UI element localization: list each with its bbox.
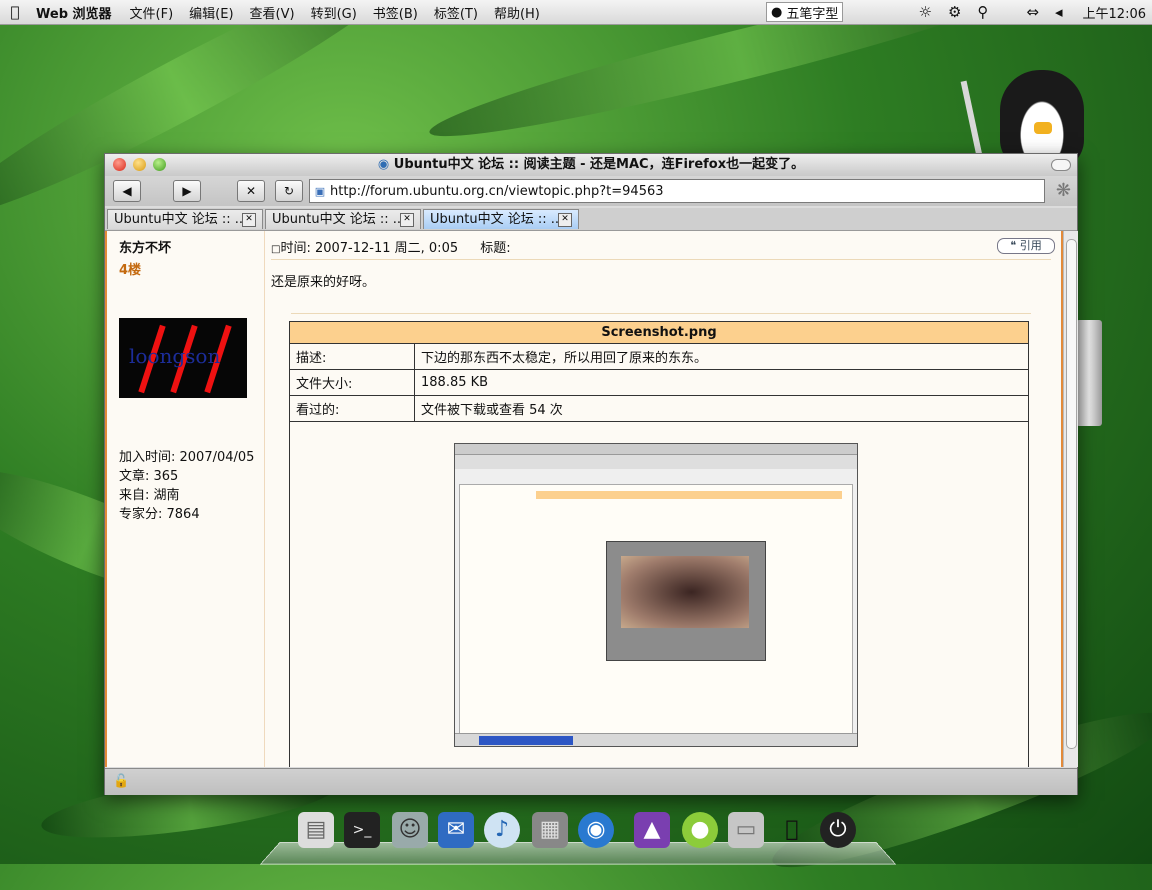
table-row: 描述: 下边的那东西不太稳定，所以用回了原来的东东。 (289, 343, 1029, 370)
photo-icon[interactable]: ▲ (634, 812, 670, 848)
menu-tabs[interactable]: 标签(T) (434, 3, 478, 22)
search-icon[interactable]: ⚲ (977, 3, 988, 21)
forward-button[interactable]: ▶ (173, 180, 201, 202)
browser-window: ◉ Ubuntu中文 论坛 :: 阅读主题 - 还是MAC，连Firefox也一… (104, 153, 1078, 795)
back-button[interactable]: ◀ (113, 180, 141, 202)
author-name[interactable]: 东方不坏 (119, 237, 264, 256)
quote-label: 引用 (1019, 239, 1042, 252)
page-content: 东方不坏 4楼 loongson 加入时间: 2007/04/05 文章: 36… (105, 231, 1063, 767)
avatar-text: loongson (129, 344, 221, 368)
table-row: 看过的: 文件被下载或查看 54 次 (289, 395, 1029, 422)
globe-icon: ◉ (377, 157, 390, 172)
tab-2[interactable]: Ubuntu中文 论坛 :: ... ✕ (265, 209, 421, 229)
url-text[interactable]: http://forum.ubuntu.org.cn/viewtopic.php… (330, 184, 664, 199)
ime-label: 五笔字型 (786, 6, 839, 22)
close-tab-icon[interactable]: ✕ (558, 213, 572, 227)
close-window-button[interactable] (113, 158, 126, 171)
quote-button[interactable]: ❝ 引用 (997, 238, 1055, 254)
attachment-filename: Screenshot.png (289, 321, 1029, 344)
url-bar[interactable]: ▣ http://forum.ubuntu.org.cn/viewtopic.p… (309, 179, 1045, 203)
tab-3-active[interactable]: Ubuntu中文 论坛 :: ... ✕ (423, 209, 579, 229)
system-tray: ☼ ⚙ ⚲ ⇔ ◂ 上午12:06 (911, 0, 1146, 24)
quote-icon: ❝ (1010, 239, 1017, 252)
folder-icon[interactable]: ▭ (728, 812, 764, 848)
navigation-toolbar: ◀ ▶ ✕ ↻ ▣ http://forum.ubuntu.org.cn/vie… (105, 176, 1077, 206)
menu-view[interactable]: 查看(V) (250, 3, 295, 22)
tab-label: Ubuntu中文 论坛 :: ... (272, 212, 406, 227)
post-header: □时间: 2007-12-11 周二, 0:05 标题: (271, 237, 511, 256)
status-bar: 🔓 (105, 768, 1077, 795)
author-joined: 加入时间: 2007/04/05 (119, 450, 255, 465)
menu-help[interactable]: 帮助(H) (494, 3, 540, 22)
penguin-icon: ● (771, 4, 783, 20)
network-icon[interactable]: ⇔ (1026, 3, 1039, 21)
tab-label: Ubuntu中文 论坛 :: ... (430, 212, 564, 227)
vertical-scrollbar[interactable] (1063, 231, 1078, 767)
tab-bar: Ubuntu中文 论坛 :: ... ✕ Ubuntu中文 论坛 :: ... … (105, 208, 1077, 231)
scrollbar-thumb[interactable] (1066, 239, 1077, 749)
row-label: 看过的: (289, 395, 415, 422)
divider (291, 313, 1031, 314)
volume-icon[interactable]: ◂ (1055, 3, 1063, 21)
unlocked-padlock-icon[interactable]: 🔓 (113, 774, 129, 789)
app-name[interactable]: Web 浏览器 (36, 3, 112, 22)
document-icon[interactable]: ▤ (298, 812, 334, 848)
row-value: 188.85 KB (414, 369, 1029, 396)
attachment-table: Screenshot.png 描述: 下边的那东西不太稳定，所以用回了原来的东东… (289, 321, 1029, 422)
row-label: 文件大小: (289, 369, 415, 396)
page-icon: ▣ (314, 184, 326, 198)
post-subject-label: 标题: (480, 241, 511, 256)
window-title: Ubuntu中文 论坛 :: 阅读主题 - 还是MAC，连Firefox也一起变… (393, 157, 805, 172)
email-icon[interactable]: ✉ (438, 812, 474, 848)
mac-pro-icon (1076, 320, 1102, 426)
post-floor: 4楼 (119, 263, 142, 278)
apple-menu-icon[interactable]:  (0, 3, 30, 21)
power-icon[interactable]: ⏻ (820, 812, 856, 848)
avatar: loongson (119, 318, 247, 398)
author-from: 来自: 湖南 (119, 488, 180, 503)
menu-go[interactable]: 转到(G) (311, 3, 357, 22)
divider (271, 259, 1051, 260)
clock[interactable]: 上午12:06 (1083, 3, 1146, 22)
post-text: 还是原来的好呀。 (271, 275, 376, 290)
post-body: □时间: 2007-12-11 周二, 0:05 标题: ❝ 引用 还是原来的好… (267, 231, 1063, 767)
itunes-icon[interactable]: ♪ (484, 812, 520, 848)
gear-icon[interactable]: ⚙ (948, 3, 961, 21)
attachment-image-cell (289, 421, 1029, 767)
table-row: 文件大小: 188.85 KB (289, 369, 1029, 396)
terminal-icon[interactable]: >_ (344, 812, 380, 848)
tab-label: Ubuntu中文 论坛 :: ... (114, 212, 248, 227)
row-label: 描述: (289, 343, 415, 370)
minimize-window-button[interactable] (133, 158, 146, 171)
window-titlebar[interactable]: ◉ Ubuntu中文 论坛 :: 阅读主题 - 还是MAC，连Firefox也一… (105, 154, 1077, 176)
close-tab-icon[interactable]: ✕ (400, 213, 414, 227)
row-value: 文件被下载或查看 54 次 (414, 395, 1029, 422)
author-score: 专家分: 7864 (119, 507, 200, 522)
finder-icon[interactable]: ☺ (392, 812, 428, 848)
close-tab-icon[interactable]: ✕ (242, 213, 256, 227)
zoom-window-button[interactable] (153, 158, 166, 171)
row-value: 下边的那东西不太稳定，所以用回了原来的东东。 (414, 343, 1029, 370)
author-column: 东方不坏 4楼 loongson 加入时间: 2007/04/05 文章: 36… (105, 231, 265, 767)
browser-globe-icon[interactable]: ◉ (578, 812, 614, 848)
safe-icon[interactable]: ▦ (532, 812, 568, 848)
input-method-indicator[interactable]: ● 五笔字型 (766, 2, 844, 22)
author-posts: 文章: 365 (119, 469, 179, 484)
apple-fruit-icon[interactable]: ● (682, 812, 718, 848)
menu-file[interactable]: 文件(F) (130, 3, 174, 22)
loading-spinner-icon: ❋ (1055, 180, 1071, 201)
post-time: 时间: 2007-12-11 周二, 0:05 (280, 241, 459, 256)
author-meta: 加入时间: 2007/04/05 文章: 365 来自: 湖南 专家分: 786… (119, 448, 264, 524)
brightness-icon[interactable]: ☼ (919, 3, 932, 21)
attachment-screenshot-image[interactable] (454, 443, 858, 747)
apple-logo-icon[interactable]:  (774, 812, 810, 848)
menu-edit[interactable]: 编辑(E) (189, 3, 233, 22)
toolbar-toggle-button[interactable] (1051, 159, 1071, 171)
tab-1[interactable]: Ubuntu中文 论坛 :: ... ✕ (107, 209, 263, 229)
reload-button[interactable]: ↻ (275, 180, 303, 202)
menu-bookmarks[interactable]: 书签(B) (373, 3, 418, 22)
system-menubar:  Web 浏览器 文件(F) 编辑(E) 查看(V) 转到(G) 书签(B) … (0, 0, 1152, 25)
stop-button[interactable]: ✕ (237, 180, 265, 202)
dock: ▤ >_ ☺ ✉ ♪ ▦ ◉ ▲ ● ▭  ⏻ (259, 806, 897, 865)
